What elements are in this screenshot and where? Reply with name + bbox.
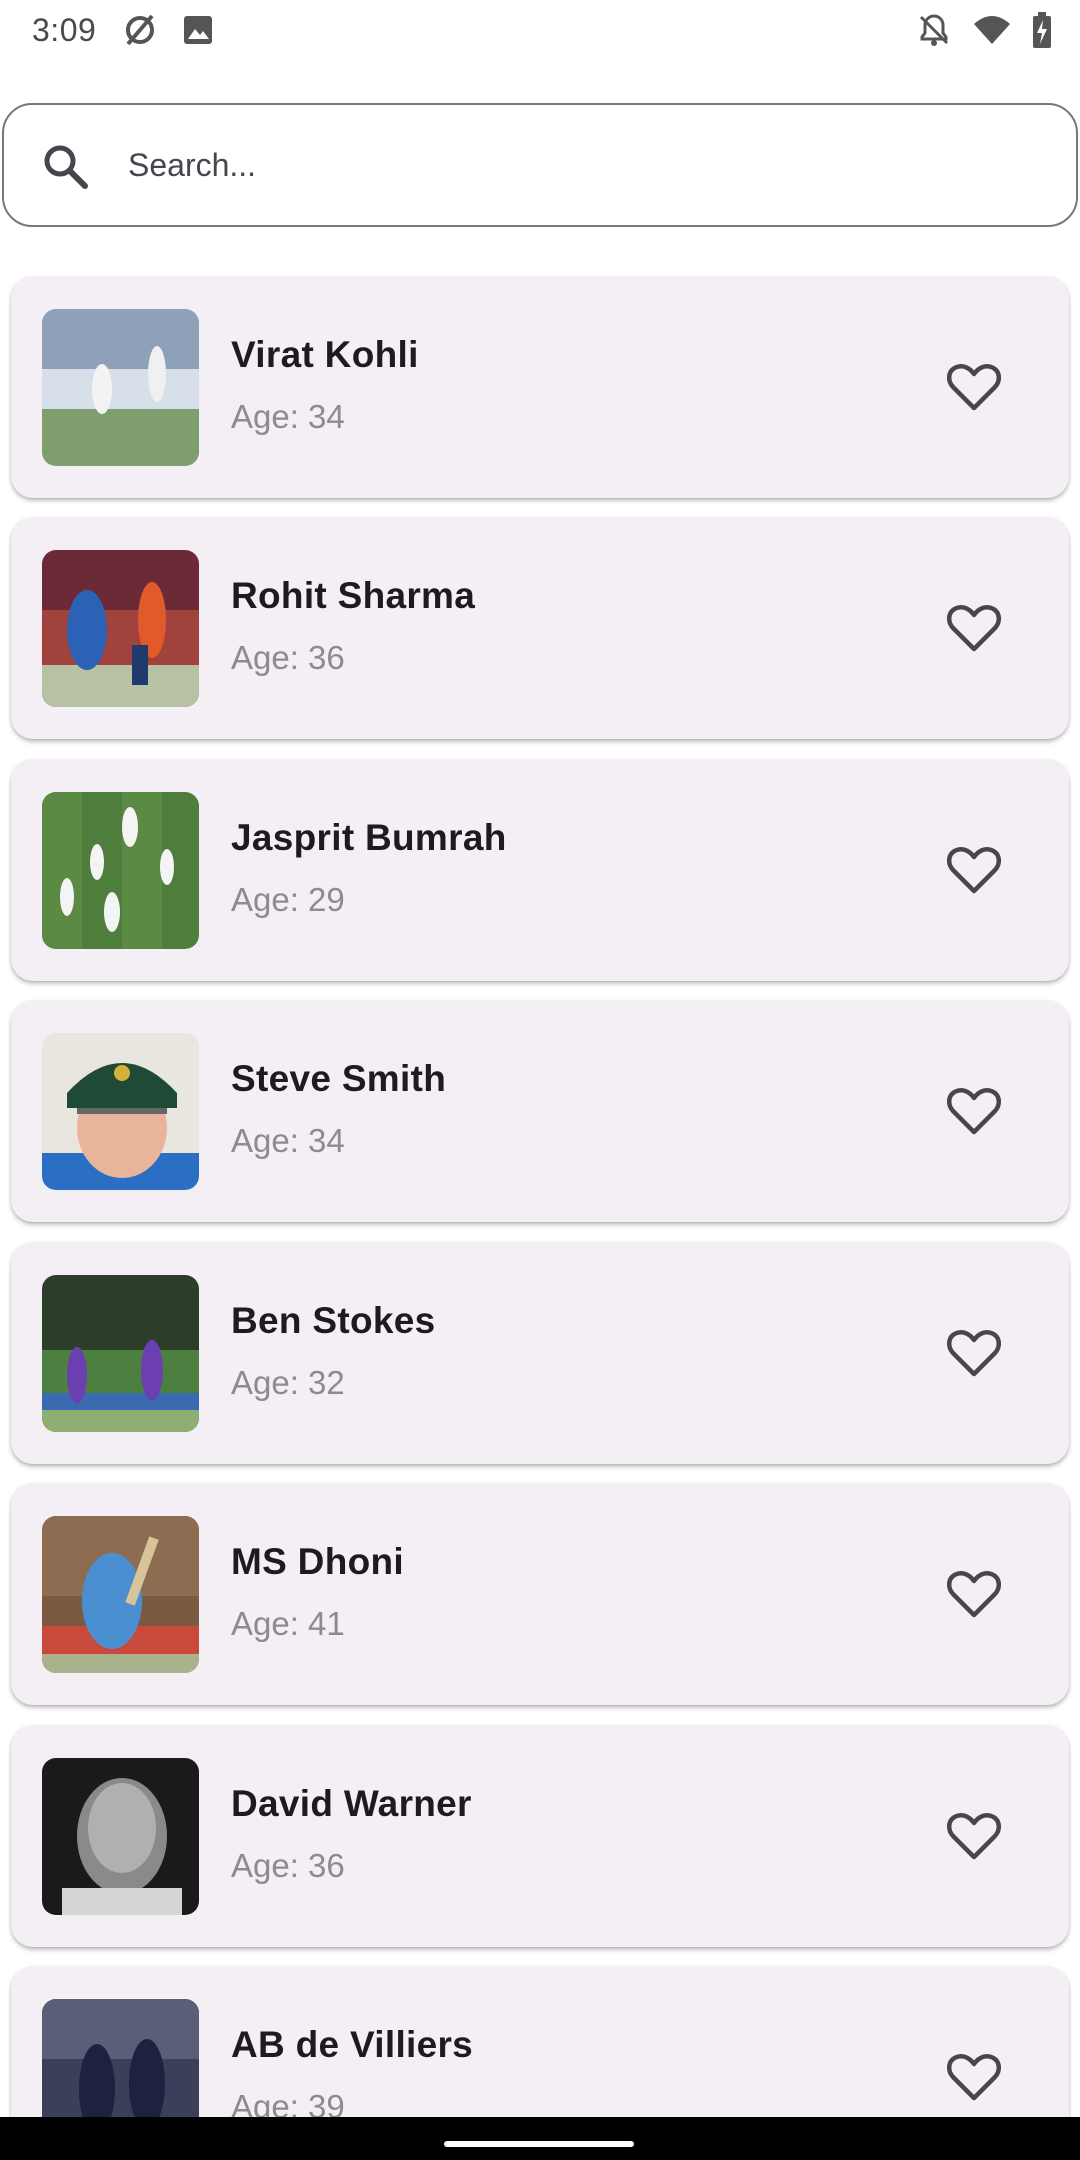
- player-age: Age: 36: [231, 639, 345, 676]
- player-name: Jasprit Bumrah: [231, 817, 507, 858]
- player-photo: [42, 1275, 199, 1432]
- heart-outline-icon: [947, 847, 1001, 894]
- search-icon: [40, 141, 90, 191]
- favorite-button[interactable]: [941, 1078, 1007, 1144]
- player-card[interactable]: David Warner Age: 36: [11, 1725, 1069, 1947]
- player-name: Steve Smith: [231, 1058, 447, 1099]
- favorite-button[interactable]: [941, 1320, 1007, 1386]
- player-age: Age: 32: [231, 1364, 345, 1401]
- player-age: Age: 29: [231, 881, 345, 918]
- player-name: Rohit Sharma: [231, 575, 476, 616]
- player-card[interactable]: Ben Stokes Age: 32: [11, 1242, 1069, 1464]
- heart-outline-icon: [947, 1571, 1001, 1618]
- player-photo: [42, 309, 199, 466]
- player-photo: [42, 1758, 199, 1915]
- heart-outline-icon: [947, 1330, 1001, 1377]
- player-card[interactable]: MS Dhoni Age: 41: [11, 1483, 1069, 1705]
- heart-outline-icon: [947, 1088, 1001, 1135]
- battery-icon: [1030, 10, 1054, 50]
- image-icon: [178, 10, 218, 50]
- status-time: 3:09: [32, 12, 97, 48]
- player-photo: [42, 550, 199, 707]
- player-photo: [42, 1033, 199, 1190]
- player-photo: [42, 1999, 199, 2117]
- player-name: MS Dhoni: [231, 1541, 404, 1582]
- player-card[interactable]: Virat Kohli Age: 34: [11, 276, 1069, 498]
- heart-outline-icon: [947, 605, 1001, 652]
- status-bar: 3:09: [0, 0, 1080, 64]
- wifi-icon: [972, 10, 1012, 50]
- data-saver-icon: [120, 10, 160, 50]
- favorite-button[interactable]: [941, 354, 1007, 420]
- player-age: Age: 41: [231, 1605, 345, 1642]
- player-name: Ben Stokes: [231, 1300, 436, 1341]
- search-input[interactable]: [128, 105, 1028, 225]
- player-photo: [42, 792, 199, 949]
- heart-outline-icon: [947, 364, 1001, 411]
- favorite-button[interactable]: [941, 2044, 1007, 2110]
- notifications-off-icon: [914, 10, 954, 50]
- player-name: AB de Villiers: [231, 2024, 474, 2065]
- heart-outline-icon: [947, 1813, 1001, 1860]
- navigation-bar: [0, 2117, 1080, 2160]
- player-photo: [42, 1516, 199, 1673]
- player-card[interactable]: AB de Villiers Age: 39: [11, 1966, 1069, 2117]
- favorite-button[interactable]: [941, 837, 1007, 903]
- player-name: Virat Kohli: [231, 334, 419, 375]
- player-age: Age: 34: [231, 1122, 345, 1159]
- player-card[interactable]: Rohit Sharma Age: 36: [11, 517, 1069, 739]
- favorite-button[interactable]: [941, 595, 1007, 661]
- search-bar[interactable]: [2, 103, 1078, 227]
- player-name: David Warner: [231, 1783, 472, 1824]
- player-card[interactable]: Jasprit Bumrah Age: 29: [11, 759, 1069, 981]
- favorite-button[interactable]: [941, 1803, 1007, 1869]
- player-age: Age: 36: [231, 1847, 345, 1884]
- player-card[interactable]: Steve Smith Age: 34: [11, 1000, 1069, 1222]
- player-age: Age: 39: [231, 2088, 345, 2117]
- heart-outline-icon: [947, 2054, 1001, 2101]
- player-age: Age: 34: [231, 398, 345, 435]
- favorite-button[interactable]: [941, 1561, 1007, 1627]
- home-indicator[interactable]: [444, 2141, 634, 2147]
- player-list[interactable]: Virat Kohli Age: 34 Rohit Sharma Age: 36: [0, 276, 1080, 2117]
